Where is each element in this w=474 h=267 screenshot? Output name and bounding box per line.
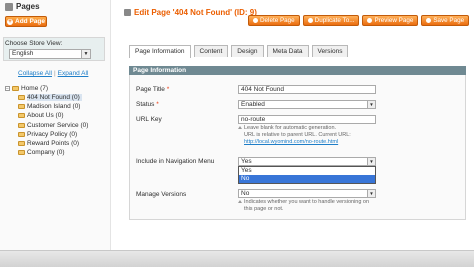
delete-page-label: Delete Page — [260, 17, 295, 24]
tree-node-label: Privacy Policy (0) — [27, 130, 78, 138]
tab-page-information[interactable]: Page Information — [129, 45, 191, 58]
versions-note: Indicates whether you want to handle ver… — [238, 199, 369, 213]
page-title-label: Page Title * — [136, 86, 170, 93]
link-separator: | — [53, 70, 56, 77]
tree-node-customer-service[interactable]: Customer Service (0) — [18, 121, 88, 129]
preview-page-button[interactable]: Preview Page — [362, 15, 419, 26]
page-footer — [0, 250, 474, 267]
duplicate-icon — [307, 18, 313, 23]
tree-node-label: About Us (0) — [27, 111, 64, 119]
tree-node-label: 404 Not Found (0) — [27, 93, 82, 101]
page-title-text: Edit Page '404 Not Found' (ID: 9) — [134, 8, 257, 17]
preview-page-label: Preview Page — [374, 17, 414, 24]
tab-design[interactable]: Design — [231, 45, 264, 57]
tab-content[interactable]: Content — [193, 45, 229, 57]
nav-menu-label: Include in Navigation Menu — [136, 158, 215, 165]
required-marker: * — [156, 101, 159, 108]
tree-node-404[interactable]: 404 Not Found (0) — [18, 93, 82, 101]
tree-node-about[interactable]: About Us (0) — [18, 111, 64, 119]
sidebar-title-text: Pages — [16, 2, 40, 11]
folder-icon — [18, 149, 25, 155]
tree-node-madison[interactable]: Madison Island (0) — [18, 102, 80, 110]
duplicate-to-button[interactable]: Duplicate To... — [302, 15, 360, 26]
status-label: Status * — [136, 101, 159, 108]
nav-menu-dropdown: Yes No — [238, 166, 376, 184]
store-view-select[interactable]: English ▼ — [9, 49, 91, 59]
tree-node-label: Company (0) — [27, 148, 65, 156]
tab-bar: Page Information Content Design Meta Dat… — [129, 45, 349, 58]
nav-menu-select[interactable]: Yes ▼ — [238, 157, 376, 166]
sidebar-title: Pages — [5, 2, 40, 11]
tree-node-label: Customer Service (0) — [27, 121, 89, 129]
expand-all-link[interactable]: Expand All — [58, 70, 89, 77]
delete-icon — [253, 18, 258, 23]
tree-node-home[interactable]: − Home (7) — [5, 84, 48, 92]
status-value: Enabled — [241, 101, 265, 108]
folder-icon — [12, 85, 19, 91]
tree-node-privacy[interactable]: Privacy Policy (0) — [18, 130, 77, 138]
note-arrow-icon — [238, 126, 242, 129]
manage-versions-select[interactable]: No ▼ — [238, 189, 376, 198]
page-icon — [124, 9, 131, 16]
tab-meta-data[interactable]: Meta Data — [266, 45, 309, 57]
plus-icon: + — [7, 18, 13, 25]
option-no[interactable]: No — [239, 175, 375, 183]
store-view-value: English — [12, 50, 34, 57]
nav-menu-value: Yes — [241, 158, 252, 165]
sidebar: Pages + Add Page Choose Store View: Engl… — [0, 0, 111, 250]
save-page-label: Save Page — [433, 17, 465, 24]
pages-icon — [5, 2, 13, 11]
tree-node-reward[interactable]: Reward Points (0) — [18, 139, 79, 147]
preview-icon — [367, 18, 373, 23]
folder-icon — [18, 131, 25, 137]
note-arrow-icon — [238, 200, 242, 203]
duplicate-to-label: Duplicate To... — [314, 17, 355, 24]
manage-versions-value: No — [241, 190, 250, 197]
status-select[interactable]: Enabled ▼ — [238, 100, 376, 109]
folder-icon — [18, 103, 25, 109]
folder-icon — [18, 140, 25, 146]
save-icon — [426, 18, 432, 23]
collapse-toggle-icon[interactable]: − — [5, 85, 10, 91]
tree-node-label: Reward Points (0) — [27, 139, 80, 147]
tree-node-company[interactable]: Company (0) — [18, 148, 65, 156]
tree-node-label: Madison Island (0) — [27, 102, 81, 110]
manage-versions-label: Manage Versions — [136, 191, 187, 198]
url-key-note: Leave blank for automatic generation. UR… — [238, 125, 351, 146]
current-url-link[interactable]: http://local.wyomind.com/no-route.html — [244, 139, 338, 145]
add-page-label: Add Page — [15, 18, 45, 25]
folder-icon — [18, 112, 25, 118]
chevron-down-icon: ▼ — [367, 190, 375, 197]
save-page-button[interactable]: Save Page — [421, 15, 470, 26]
add-page-button[interactable]: + Add Page — [5, 16, 47, 27]
chevron-down-icon: ▼ — [367, 158, 375, 165]
tree-links: Collapse All | Expand All — [18, 70, 88, 77]
delete-page-button[interactable]: Delete Page — [248, 15, 300, 26]
url-key-label: URL Key — [136, 116, 162, 123]
collapse-all-link[interactable]: Collapse All — [18, 70, 52, 77]
main-content: Edit Page '404 Not Found' (ID: 9) Delete… — [120, 0, 474, 250]
tree-node-label: Home (7) — [21, 84, 49, 92]
url-key-input[interactable]: no-route — [238, 115, 376, 124]
required-marker: * — [166, 86, 170, 93]
page-title: Edit Page '404 Not Found' (ID: 9) — [124, 8, 257, 17]
folder-icon — [18, 122, 25, 128]
page-title-input[interactable]: 404 Not Found — [238, 85, 376, 94]
section-header: Page Information — [129, 66, 466, 75]
chevron-down-icon: ▼ — [81, 50, 90, 58]
option-yes[interactable]: Yes — [239, 167, 375, 175]
chevron-down-icon: ▼ — [367, 101, 375, 108]
folder-icon — [18, 94, 25, 100]
action-buttons: Delete Page Duplicate To... Preview Page… — [248, 15, 470, 26]
store-view-label: Choose Store View: — [5, 40, 63, 47]
tab-versions[interactable]: Versions — [311, 45, 349, 57]
